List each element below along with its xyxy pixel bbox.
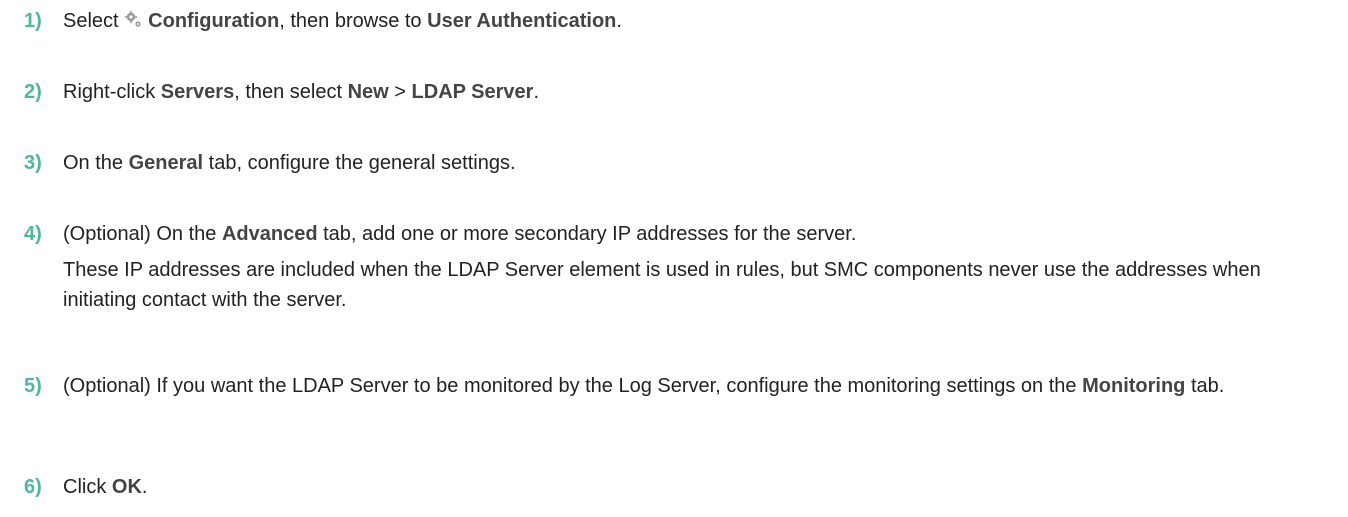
step-number: 3) <box>24 152 42 174</box>
ui-term: User Authentication <box>427 10 617 32</box>
procedure-steps: 1) Select Configuration, then browse to … <box>0 0 1348 517</box>
text-fragment: tab, add one or more secondary IP addres… <box>317 223 857 245</box>
text-fragment: , then browse to <box>279 10 428 32</box>
step-number: 6) <box>24 476 42 498</box>
ui-term: Monitoring <box>1082 375 1186 397</box>
step-text: (Optional) If you want the LDAP Server t… <box>63 371 1293 401</box>
text-fragment: Select <box>63 10 125 32</box>
step-text: On the General tab, configure the genera… <box>63 148 1293 178</box>
ui-term: Configuration <box>148 10 280 32</box>
step-text: Right-click Servers, then select New > L… <box>63 77 1293 107</box>
text-fragment: On the <box>63 152 129 174</box>
gear-icon <box>124 7 142 27</box>
text-fragment: . <box>141 476 148 498</box>
text-fragment: tab, configure the general settings. <box>203 152 516 174</box>
ui-term: General <box>128 152 204 174</box>
ui-term: OK <box>111 476 142 498</box>
step-number: 4) <box>24 223 42 245</box>
text-fragment: . <box>533 81 540 103</box>
ui-term: Servers <box>160 81 235 103</box>
ui-term: LDAP Server <box>411 81 534 103</box>
text-fragment: > <box>388 81 412 103</box>
ui-term: Advanced <box>221 223 318 245</box>
text-fragment: tab. <box>1185 375 1225 397</box>
text-fragment: Right-click <box>63 81 161 103</box>
step-text: Select Configuration, then browse to Use… <box>63 6 1293 36</box>
step-number: 5) <box>24 375 42 397</box>
text-fragment: , then select <box>234 81 348 103</box>
step-note: These IP addresses are included when the… <box>63 259 1261 311</box>
text-fragment: (Optional) If you want the LDAP Server t… <box>63 375 1083 397</box>
text-fragment: (Optional) On the <box>63 223 222 245</box>
step-number: 2) <box>24 81 42 103</box>
text-fragment: Click <box>63 476 112 498</box>
ui-term: New <box>347 81 389 103</box>
step-text: Click OK. <box>63 472 1293 502</box>
step-number: 1) <box>24 10 42 32</box>
step-text: (Optional) On the Advanced tab, add one … <box>63 219 1293 315</box>
text-fragment: . <box>616 10 622 32</box>
